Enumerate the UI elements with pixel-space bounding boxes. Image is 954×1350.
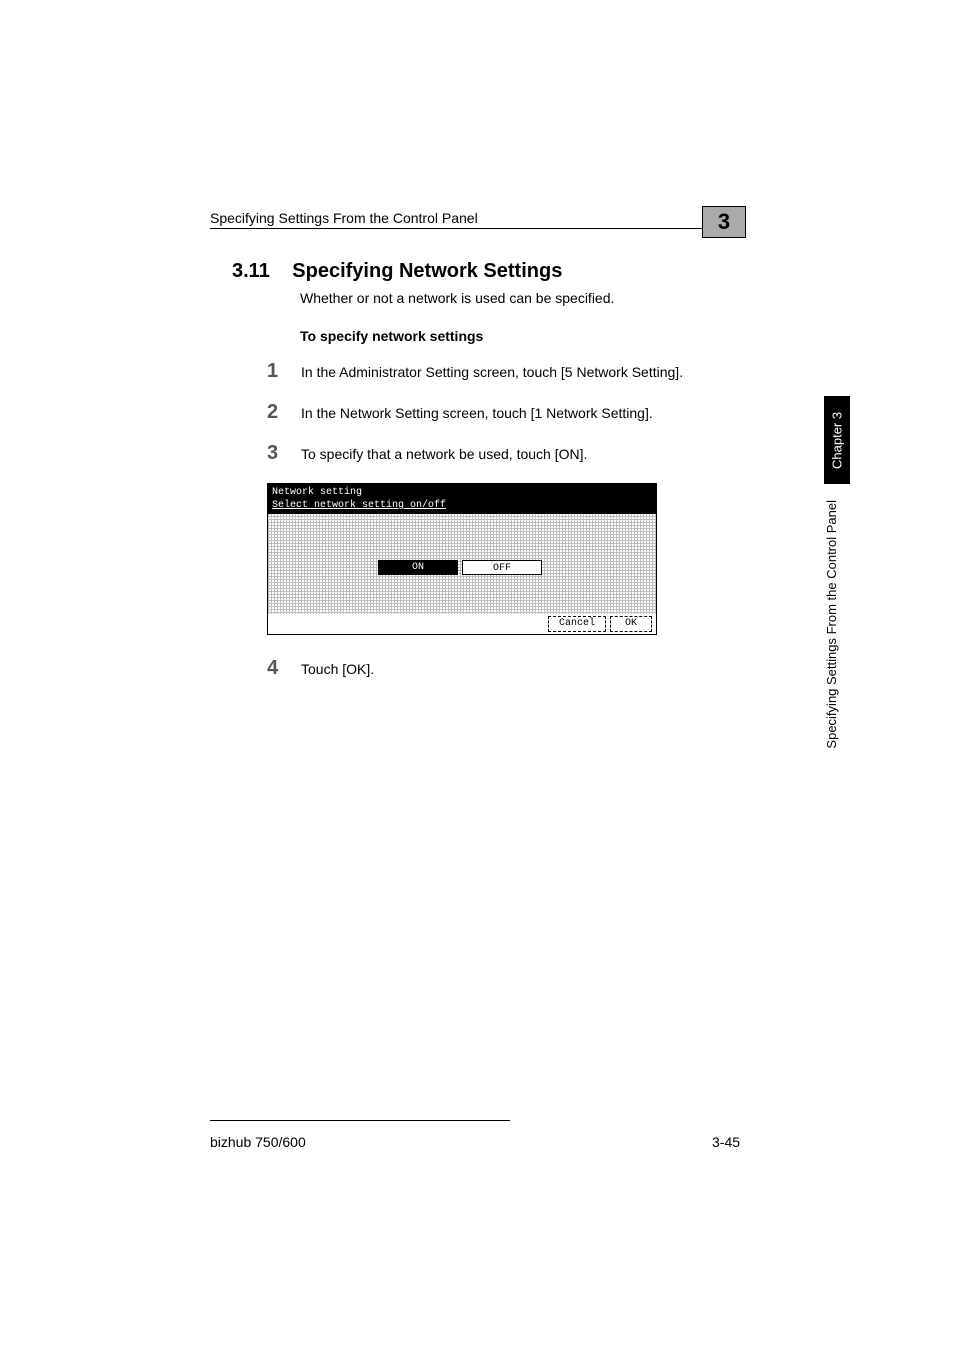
off-button[interactable]: OFF xyxy=(462,560,542,575)
step-item: 3 To specify that a network be used, tou… xyxy=(267,442,747,465)
side-label: Specifying Settings From the Control Pan… xyxy=(824,500,850,749)
document-page: Specifying Settings From the Control Pan… xyxy=(0,0,954,1350)
step-number: 1 xyxy=(267,360,301,383)
footer-rule xyxy=(210,1120,510,1121)
header-rule xyxy=(210,228,744,229)
step-number: 3 xyxy=(267,442,301,465)
on-button[interactable]: ON xyxy=(378,560,458,575)
step-text: In the Network Setting screen, touch [1 … xyxy=(301,404,653,424)
chapter-tab: Chapter 3 xyxy=(824,396,850,484)
section-title: Specifying Network Settings xyxy=(292,260,562,282)
screenshot-body: ON OFF Cancel OK xyxy=(268,514,656,634)
step-text: Touch [OK]. xyxy=(301,660,374,680)
ok-button[interactable]: OK xyxy=(610,616,652,632)
step-number: 2 xyxy=(267,401,301,424)
device-screenshot: Network setting Select network setting o… xyxy=(267,483,657,635)
step-item: 2 In the Network Setting screen, touch [… xyxy=(267,401,747,424)
step-text: In the Administrator Setting screen, tou… xyxy=(301,363,683,383)
screenshot-title: Network setting xyxy=(272,486,652,499)
step-item: 1 In the Administrator Setting screen, t… xyxy=(267,360,747,383)
step-item: 4 Touch [OK]. xyxy=(267,657,747,680)
step-list: 1 In the Administrator Setting screen, t… xyxy=(267,352,747,698)
section-heading: 3.11 Specifying Network Settings xyxy=(232,260,562,283)
running-head: Specifying Settings From the Control Pan… xyxy=(210,210,478,226)
footer-model: bizhub 750/600 xyxy=(210,1134,306,1150)
step-number: 4 xyxy=(267,657,301,680)
chapter-number-box: 3 xyxy=(702,206,746,238)
screenshot-subtitle: Select network setting on/off xyxy=(272,499,652,512)
cancel-button[interactable]: Cancel xyxy=(548,616,606,632)
section-subhead: To specify network settings xyxy=(300,328,483,344)
step-text: To specify that a network be used, touch… xyxy=(301,445,587,465)
screenshot-header: Network setting Select network setting o… xyxy=(268,484,656,514)
footer-page-number: 3-45 xyxy=(712,1134,740,1150)
section-intro: Whether or not a network is used can be … xyxy=(300,290,614,306)
section-number: 3.11 xyxy=(232,260,270,282)
screenshot-footer: Cancel OK xyxy=(268,614,656,634)
